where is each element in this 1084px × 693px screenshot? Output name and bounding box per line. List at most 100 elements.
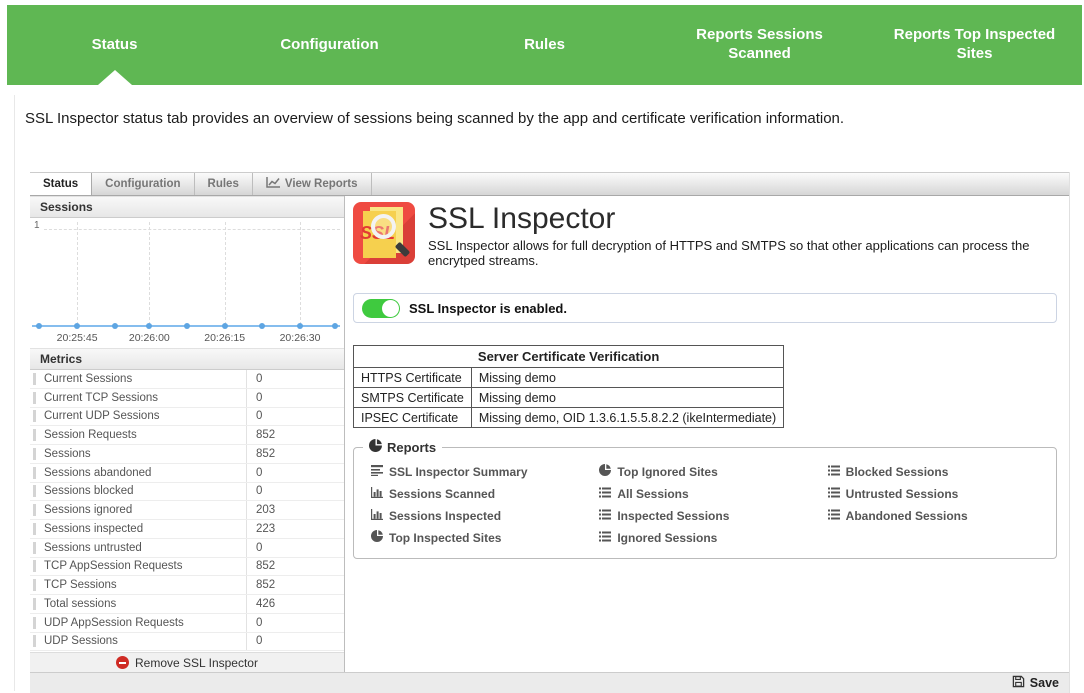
- power-toggle[interactable]: [362, 299, 400, 318]
- chart-point: [332, 323, 338, 329]
- tab-label: View Reports: [285, 178, 358, 190]
- ssl-inspector-page: Status Configuration Rules Reports Sessi…: [0, 0, 1084, 693]
- tab-configuration[interactable]: Configuration: [92, 173, 194, 195]
- save-icon: [1012, 675, 1025, 691]
- list-icon: [599, 509, 611, 523]
- chart-v-gridline: [300, 222, 301, 325]
- nav-tab-label: Rules: [524, 36, 565, 55]
- app-header: SSL SSL Inspector SSL Inspector allows f…: [353, 202, 1057, 268]
- list-icon: [599, 487, 611, 501]
- chart-h-gridline: [44, 229, 340, 230]
- pie-chart-icon: [369, 439, 382, 455]
- metrics-panel-header: Metrics: [30, 348, 344, 370]
- tab-label: Rules: [208, 178, 239, 190]
- panel-main: Sessions 1: [30, 196, 1069, 672]
- report-link-sessions-inspected[interactable]: Sessions Inspected: [371, 507, 599, 524]
- chart-point: [222, 323, 228, 329]
- save-button[interactable]: Save: [1012, 675, 1059, 691]
- chart-x-tick: 20:25:45: [57, 332, 98, 344]
- report-link-top-ignored-sites[interactable]: Top Ignored Sites: [599, 463, 827, 480]
- nav-tab-status[interactable]: Status: [7, 5, 222, 85]
- save-button-label: Save: [1030, 676, 1059, 690]
- reports-legend: Reports: [363, 439, 442, 455]
- report-link-sessions-scanned[interactable]: Sessions Scanned: [371, 485, 599, 502]
- tab-label: Configuration: [105, 178, 180, 190]
- remove-minus-icon: [116, 656, 129, 669]
- report-links: SSL Inspector Summary Sessions Scanned S…: [371, 463, 1056, 546]
- chart-v-gridline: [77, 222, 78, 325]
- bar-chart-icon: [371, 509, 383, 523]
- metrics-table: Current Sessions0 Current TCP Sessions0 …: [30, 370, 344, 652]
- metric-row: UDP Sessions0: [30, 633, 344, 652]
- tab-rules[interactable]: Rules: [195, 173, 253, 195]
- report-link-untrusted-sessions[interactable]: Untrusted Sessions: [828, 485, 1056, 502]
- tab-status[interactable]: Status: [30, 173, 92, 195]
- report-link-blocked-sessions[interactable]: Blocked Sessions: [828, 463, 1056, 480]
- app-header-text: SSL Inspector SSL Inspector allows for f…: [428, 202, 1057, 268]
- nav-tab-label: Reports Top Inspected Sites: [890, 26, 1060, 64]
- chart-v-gridline: [225, 222, 226, 325]
- nav-tab-label: Status: [92, 36, 138, 55]
- table-row: IPSEC Certificate Missing demo, OID 1.3.…: [354, 408, 784, 428]
- reports-legend-label: Reports: [387, 440, 436, 455]
- metric-row: Sessions852: [30, 445, 344, 464]
- metric-row: Total sessions426: [30, 595, 344, 614]
- server-certificate-table: Server Certificate Verification HTTPS Ce…: [353, 345, 784, 428]
- chart-point: [146, 323, 152, 329]
- pie-chart-icon: [371, 530, 383, 545]
- table-row: HTTPS Certificate Missing demo: [354, 368, 784, 388]
- sidebar: Sessions 1: [30, 196, 345, 672]
- list-icon: [828, 487, 840, 501]
- chart-point: [36, 323, 42, 329]
- metric-row: Sessions blocked0: [30, 483, 344, 502]
- report-link-abandoned-sessions[interactable]: Abandoned Sessions: [828, 507, 1056, 524]
- metric-row: Current UDP Sessions0: [30, 408, 344, 427]
- report-links-column-3: Blocked Sessions Untrusted Sessions Aban…: [828, 463, 1056, 546]
- metric-row: TCP AppSession Requests852: [30, 558, 344, 577]
- nav-tab-reports-top-inspected-sites[interactable]: Reports Top Inspected Sites: [867, 5, 1082, 85]
- reports-fieldset: Reports SSL Inspector Summary Sessions S…: [353, 447, 1057, 559]
- status-tab-description: SSL Inspector status tab provides an ove…: [25, 110, 1065, 127]
- report-link-all-sessions[interactable]: All Sessions: [599, 485, 827, 502]
- power-status-box: SSL Inspector is enabled.: [353, 293, 1057, 323]
- list-icon: [828, 509, 840, 523]
- nav-tab-reports-sessions-scanned[interactable]: Reports Sessions Scanned: [652, 5, 867, 85]
- chart-x-tick: 20:26:00: [129, 332, 170, 344]
- list-icon: [599, 531, 611, 545]
- tab-view-reports[interactable]: View Reports: [253, 173, 372, 195]
- report-summary-icon: [371, 465, 383, 479]
- report-link-inspected-sessions[interactable]: Inspected Sessions: [599, 507, 827, 524]
- chart-point: [184, 323, 190, 329]
- chart-point: [112, 323, 118, 329]
- table-row: SMTPS Certificate Missing demo: [354, 388, 784, 408]
- magnifier-lens-icon: [371, 214, 396, 239]
- chart-point: [74, 323, 80, 329]
- list-icon: [828, 465, 840, 479]
- metric-row: Current TCP Sessions0: [30, 389, 344, 408]
- chart-x-tick: 20:26:30: [280, 332, 321, 344]
- ssl-inspector-app-icon: SSL: [353, 202, 415, 264]
- remove-ssl-inspector-button[interactable]: Remove SSL Inspector: [30, 652, 344, 672]
- metric-row: Sessions inspected223: [30, 520, 344, 539]
- report-link-top-inspected-sites[interactable]: Top Inspected Sites: [371, 529, 599, 546]
- app-panel: Status Configuration Rules View Reports …: [30, 172, 1070, 693]
- report-link-ssl-inspector-summary[interactable]: SSL Inspector Summary: [371, 463, 599, 480]
- sessions-panel-header: Sessions: [30, 196, 344, 218]
- remove-button-label: Remove SSL Inspector: [135, 656, 258, 670]
- chart-v-gridline: [149, 222, 150, 325]
- chart-point: [297, 323, 303, 329]
- metric-row: Sessions ignored203: [30, 501, 344, 520]
- nav-tab-rules[interactable]: Rules: [437, 5, 652, 85]
- top-nav: Status Configuration Rules Reports Sessi…: [7, 5, 1082, 85]
- metric-row: Current Sessions0: [30, 370, 344, 389]
- chart-x-tick: 20:26:15: [204, 332, 245, 344]
- app-title: SSL Inspector: [428, 202, 1057, 235]
- nav-tab-configuration[interactable]: Configuration: [222, 5, 437, 85]
- report-link-ignored-sessions[interactable]: Ignored Sessions: [599, 529, 827, 546]
- nav-tab-label: Configuration: [280, 36, 378, 55]
- footer-bar: Save: [30, 672, 1069, 693]
- report-links-column-2: Top Ignored Sites All Sessions Inspected…: [599, 463, 827, 546]
- cert-table-title: Server Certificate Verification: [354, 346, 784, 368]
- metric-row: UDP AppSession Requests0: [30, 614, 344, 633]
- toggle-knob: [382, 300, 399, 317]
